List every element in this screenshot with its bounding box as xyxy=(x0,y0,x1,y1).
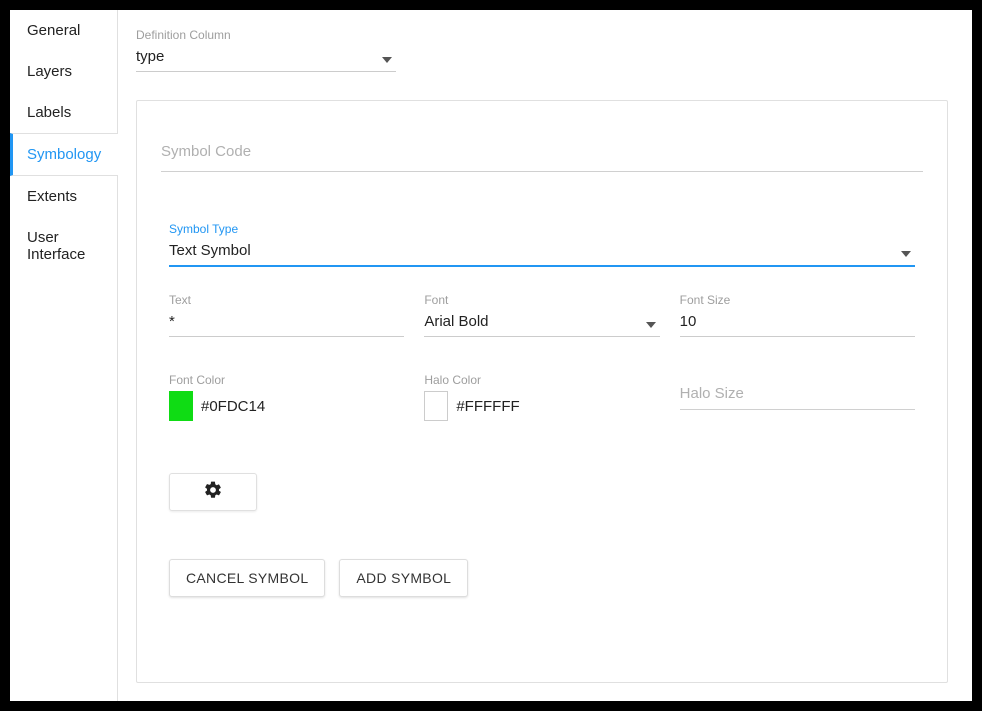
font-color-label: Font Color xyxy=(169,373,404,387)
halo-color-swatch[interactable] xyxy=(424,391,448,421)
font-label: Font xyxy=(424,293,659,307)
symbol-code-input[interactable] xyxy=(161,143,923,160)
font-size-field-wrap: Font Size xyxy=(680,293,915,337)
definition-column-field: Definition Column type xyxy=(136,28,396,72)
text-label: Text xyxy=(169,293,404,307)
sidebar-item-label: Extents xyxy=(27,188,77,205)
halo-color-field: Halo Color #FFFFFF xyxy=(424,373,659,421)
definition-column-value: type xyxy=(136,48,164,65)
symbol-type-value: Text Symbol xyxy=(169,242,251,259)
symbol-form: Symbol Type Text Symbol Text xyxy=(161,222,923,597)
sidebar-nav: General Layers Labels Symbology Extents … xyxy=(10,10,118,701)
sidebar-item-general[interactable]: General xyxy=(10,10,117,51)
definition-column-select[interactable]: type xyxy=(136,44,396,72)
settings-button[interactable] xyxy=(169,473,257,511)
sidebar-item-extents[interactable]: Extents xyxy=(10,176,117,217)
symbol-type-select[interactable]: Text Symbol xyxy=(169,238,915,267)
symbol-code-field[interactable] xyxy=(161,119,923,172)
font-color-field: Font Color #0FDC14 xyxy=(169,373,404,421)
chevron-down-icon xyxy=(382,50,392,67)
font-color-swatch[interactable] xyxy=(169,391,193,421)
app-window: General Layers Labels Symbology Extents … xyxy=(10,10,972,701)
text-input[interactable] xyxy=(169,313,404,330)
sidebar-item-label: General xyxy=(27,22,80,39)
halo-size-input[interactable] xyxy=(680,385,915,402)
sidebar-item-label: User Interface xyxy=(27,229,85,263)
text-font-row: Text Font Arial Bold xyxy=(169,293,915,337)
font-color-swatch-line: #0FDC14 xyxy=(169,391,404,421)
action-buttons: CANCEL SYMBOL ADD SYMBOL xyxy=(169,559,915,597)
chevron-down-icon xyxy=(901,244,911,261)
symbol-card: Symbol Type Text Symbol Text xyxy=(136,100,948,683)
sidebar-item-symbology[interactable]: Symbology xyxy=(10,133,118,176)
gear-icon xyxy=(203,480,223,505)
font-size-input[interactable] xyxy=(680,313,915,330)
font-size-label: Font Size xyxy=(680,293,915,307)
main-panel: Definition Column type Symbol Type Text … xyxy=(118,10,972,701)
cancel-symbol-button[interactable]: CANCEL SYMBOL xyxy=(169,559,325,597)
sidebar-item-labels[interactable]: Labels xyxy=(10,92,117,133)
add-symbol-button[interactable]: ADD SYMBOL xyxy=(339,559,468,597)
halo-size-field[interactable] xyxy=(680,373,915,410)
color-row: Font Color #0FDC14 Halo Color #FFFFFF xyxy=(169,373,915,421)
sidebar-item-layers[interactable]: Layers xyxy=(10,51,117,92)
symbol-type-label: Symbol Type xyxy=(169,222,915,236)
definition-column-label: Definition Column xyxy=(136,28,396,42)
halo-color-label: Halo Color xyxy=(424,373,659,387)
font-value: Arial Bold xyxy=(424,313,488,330)
sidebar-item-label: Labels xyxy=(27,104,71,121)
symbol-type-field: Symbol Type Text Symbol xyxy=(169,222,915,267)
sidebar-item-label: Layers xyxy=(27,63,72,80)
sidebar-item-label: Symbology xyxy=(27,146,101,163)
font-select[interactable]: Arial Bold xyxy=(424,309,659,337)
halo-color-swatch-line: #FFFFFF xyxy=(424,391,659,421)
sidebar-item-user-interface[interactable]: User Interface xyxy=(10,217,117,275)
font-size-input-wrap[interactable] xyxy=(680,309,915,337)
font-color-hex: #0FDC14 xyxy=(201,398,265,415)
text-field-wrap: Text xyxy=(169,293,404,337)
halo-color-hex: #FFFFFF xyxy=(456,398,519,415)
font-field-wrap: Font Arial Bold xyxy=(424,293,659,337)
text-input-wrap[interactable] xyxy=(169,309,404,337)
chevron-down-icon xyxy=(646,315,656,332)
